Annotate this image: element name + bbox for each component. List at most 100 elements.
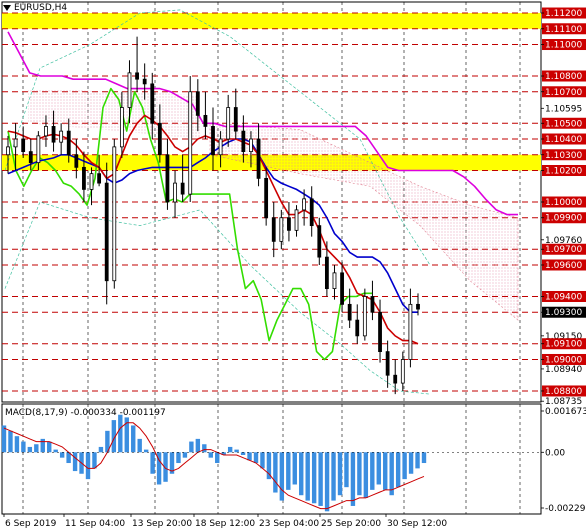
candle-body — [89, 173, 94, 190]
price-label: 1.09900 — [545, 214, 582, 224]
candle-body — [378, 311, 382, 353]
macd-bar — [202, 444, 207, 453]
candle-body — [249, 138, 253, 153]
macd-axis-label: 0.00 — [545, 448, 565, 458]
macd-bar — [72, 452, 78, 472]
candle-body — [97, 173, 102, 184]
price-label: 1.09100 — [545, 340, 582, 350]
price-label: 1.11200 — [545, 9, 582, 19]
macd-bar — [324, 452, 330, 512]
candle-body — [13, 138, 18, 148]
macd-bar — [286, 452, 291, 490]
macd-label: MACD(8,17,9) — [5, 408, 68, 418]
price-label: 1.10300 — [545, 151, 582, 161]
macd-bar — [292, 452, 297, 485]
candle-body — [279, 217, 284, 242]
time-label: 6 Sep 2019 — [5, 519, 57, 529]
price-label: 1.08800 — [545, 387, 582, 397]
macd-bar — [415, 452, 420, 469]
macd-bar — [337, 452, 343, 496]
candle-body — [271, 217, 276, 242]
candle-body — [21, 138, 26, 153]
macd-axis-label: -0.002297 — [545, 504, 586, 514]
macd-bar — [14, 436, 20, 453]
candle-body — [332, 272, 337, 290]
macd-bar — [227, 446, 233, 453]
candle-body — [317, 225, 322, 258]
candle-body — [347, 303, 352, 321]
price-label: 1.09300 — [545, 308, 582, 318]
candle-body — [127, 72, 132, 108]
candle-body — [393, 374, 398, 384]
macd-bar — [376, 452, 381, 485]
time-label: 11 Sep 04:00 — [65, 519, 125, 529]
dropdown-triangle-icon[interactable] — [3, 5, 11, 11]
candle-body — [416, 303, 420, 310]
macd-bar — [370, 452, 375, 490]
macd-bar — [59, 452, 65, 458]
candle-body — [324, 256, 329, 290]
time-label: 30 Sep 12:00 — [387, 519, 447, 529]
candle-body — [226, 107, 231, 140]
macd-bar — [247, 452, 252, 461]
candle-body — [59, 130, 64, 143]
macd-bar — [383, 452, 388, 490]
macd-bar — [305, 452, 310, 501]
candle-body — [195, 91, 200, 116]
time-label: 18 Sep 12:00 — [195, 519, 255, 529]
macd-bar — [189, 441, 194, 453]
macd-bar — [92, 452, 97, 469]
macd-bar — [182, 452, 188, 458]
candle-body — [294, 209, 299, 231]
macd-bar — [260, 452, 265, 469]
macd-bar — [395, 452, 401, 488]
candle-body — [340, 272, 344, 305]
macd-bar — [299, 452, 304, 496]
price-label: 1.09400 — [545, 292, 582, 302]
macd-bar — [131, 425, 136, 453]
chart-canvas: 1.11200 1.11100 1.11000 1.10800 1.10700 1.105… — [1, 1, 586, 529]
candle-body — [180, 182, 185, 195]
candle-body — [74, 154, 79, 168]
chart-window: 1.11200 1.11100 1.11000 1.10800 1.10700 1.105… — [0, 0, 586, 532]
candle-body — [104, 182, 109, 282]
macd-bar — [53, 449, 58, 453]
candle-body — [385, 351, 390, 376]
macd-bar — [98, 446, 104, 453]
macd-bar — [234, 449, 239, 453]
symbol-label: EURUSD,H4 — [14, 3, 68, 13]
resistance-zone — [2, 13, 541, 29]
macd-bar — [118, 414, 123, 453]
candle-body — [408, 303, 413, 360]
candle-body — [66, 130, 71, 156]
macd-bar — [363, 452, 369, 498]
macd-bar — [357, 452, 362, 496]
macd-bar — [150, 452, 155, 474]
candle-body — [82, 166, 86, 190]
macd-bar — [421, 452, 427, 464]
macd-bar — [34, 444, 39, 453]
candle-body — [233, 107, 238, 132]
macd-bar — [240, 452, 246, 455]
candle-body — [302, 198, 307, 211]
candle-body — [211, 126, 215, 156]
price-label: 1.08735 — [545, 397, 582, 407]
macd-values: -0.000334 -0.001197 — [70, 408, 166, 418]
candle-body — [264, 177, 269, 219]
price-label: 1.09600 — [545, 261, 582, 271]
macd-bar — [137, 438, 142, 453]
macd-bar — [143, 449, 149, 453]
macd-bar — [215, 452, 220, 464]
macd-bar — [208, 452, 213, 458]
candle-body — [51, 126, 56, 143]
macd-bar — [1, 425, 7, 453]
time-label: 23 Sep 04:00 — [259, 519, 319, 529]
macd-bar — [21, 441, 26, 453]
price-label: 1.10400 — [545, 135, 582, 145]
candle-body — [157, 122, 162, 156]
candle-body — [44, 126, 48, 137]
candle-body — [241, 130, 246, 153]
macd-bar — [331, 452, 336, 501]
candle-body — [188, 91, 193, 195]
candle-body — [173, 182, 177, 203]
